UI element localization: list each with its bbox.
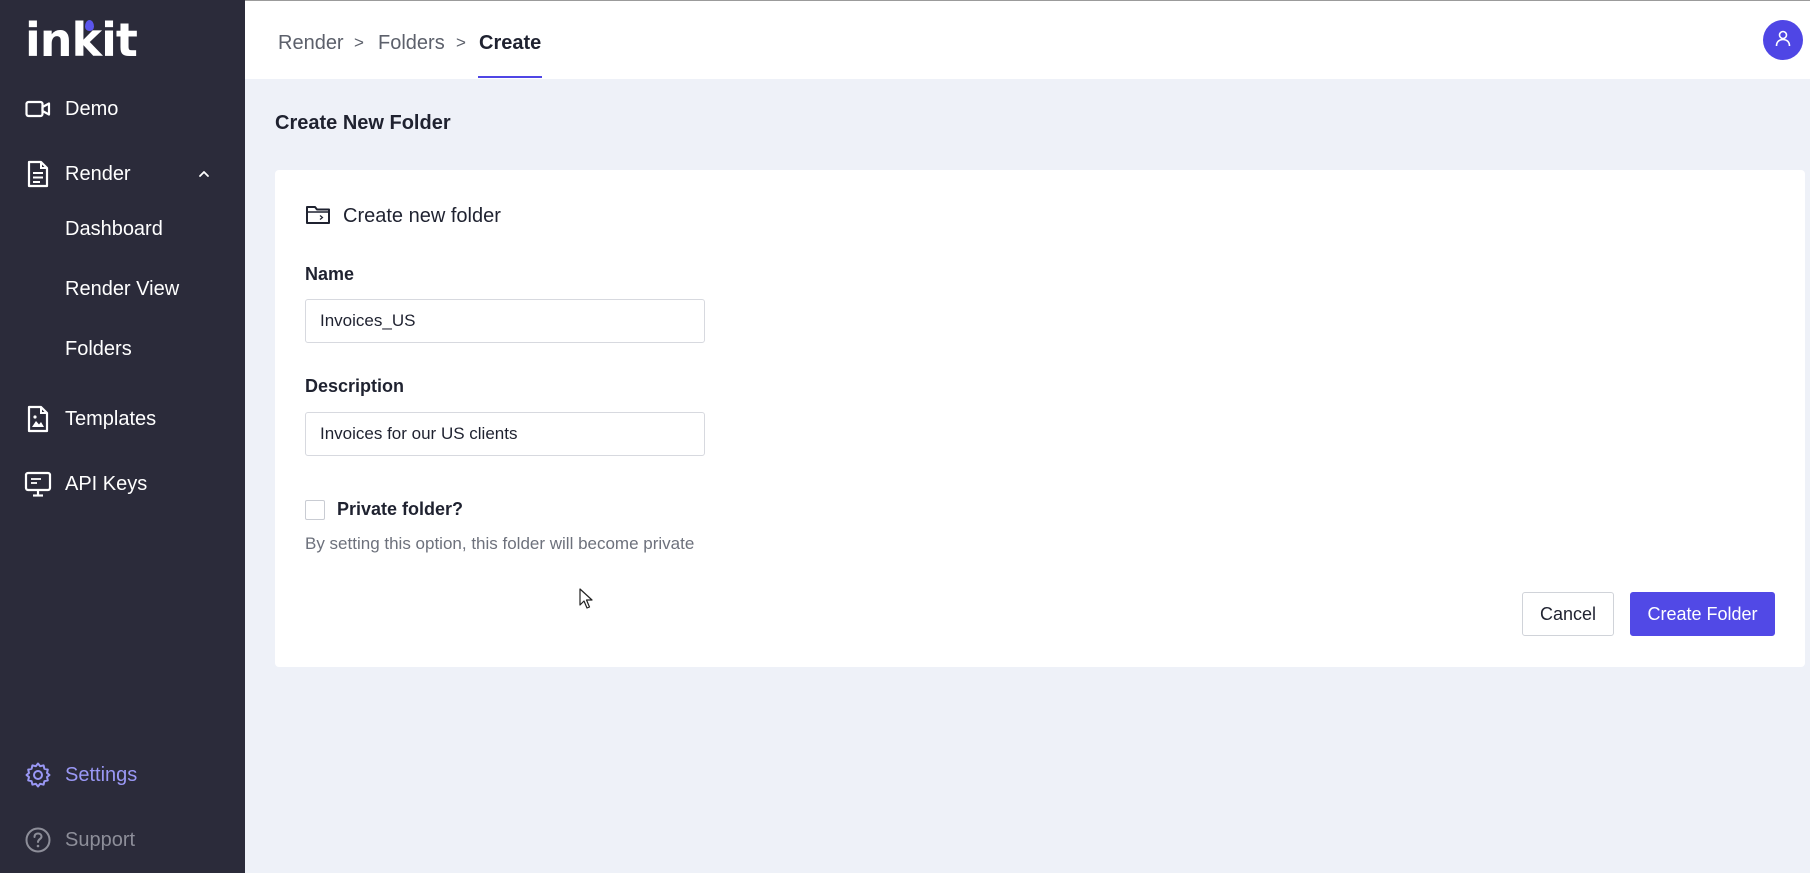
user-icon [1774, 29, 1792, 52]
sidebar-item-api-keys[interactable]: API Keys [0, 464, 245, 504]
image-file-icon [24, 405, 52, 433]
sidebar-item-label: Render [65, 162, 131, 185]
sidebar-item-support[interactable]: Support [0, 820, 245, 860]
name-input[interactable] [305, 299, 705, 343]
video-camera-icon [24, 95, 52, 123]
gear-icon [24, 761, 52, 789]
description-input[interactable] [305, 412, 705, 456]
card-title: Create new folder [343, 205, 501, 227]
chevron-up-icon[interactable] [195, 165, 213, 183]
breadcrumb-separator: > [354, 33, 364, 52]
breadcrumb-item-folders[interactable]: Folders [378, 32, 445, 55]
document-icon [24, 160, 52, 188]
folder-icon [305, 203, 331, 230]
page-title: Create New Folder [275, 112, 451, 134]
sidebar-item-render[interactable]: Render [0, 154, 245, 194]
sidebar: inkit Demo Render Dashboard Render View … [0, 0, 245, 873]
private-folder-checkbox[interactable] [305, 500, 325, 520]
name-label: Name [305, 264, 355, 284]
sidebar-item-templates[interactable]: Templates [0, 399, 245, 439]
inkit-logo[interactable]: inkit [25, 13, 138, 67]
sidebar-item-label: API Keys [65, 472, 148, 495]
create-folder-button[interactable]: Create Folder [1630, 592, 1775, 636]
top-bar: Render > Folders > Create [245, 0, 1810, 79]
sidebar-item-label: Render View [65, 277, 180, 300]
monitor-icon [24, 470, 52, 498]
sidebar-item-settings[interactable]: Settings [0, 755, 245, 795]
sidebar-item-dashboard[interactable]: Dashboard [0, 209, 245, 249]
private-folder-label[interactable]: Private folder? [337, 499, 463, 520]
sidebar-item-label: Dashboard [65, 217, 163, 240]
card-header: Create new folder [305, 203, 501, 230]
user-avatar[interactable] [1763, 20, 1803, 60]
breadcrumb-separator: > [456, 33, 466, 52]
logo-text: inkit [25, 13, 138, 67]
breadcrumb-item-create: Create [479, 32, 542, 54]
sidebar-item-label: Templates [65, 407, 157, 430]
app-root: inkit Demo Render Dashboard Render View … [0, 0, 1810, 873]
breadcrumb-item-render[interactable]: Render [278, 32, 344, 55]
create-folder-card: Create new folder Name Description Priva… [275, 170, 1805, 667]
sidebar-item-render-view[interactable]: Render View [0, 269, 245, 309]
sidebar-item-demo[interactable]: Demo [0, 89, 245, 129]
sidebar-item-label: Folders [65, 337, 132, 360]
sidebar-item-label: Demo [65, 97, 119, 120]
mouse-cursor-icon [579, 588, 593, 615]
logo-dot [85, 20, 94, 31]
sidebar-item-label: Settings [65, 763, 138, 786]
breadcrumb-active-underline [478, 76, 542, 78]
cancel-button[interactable]: Cancel [1522, 592, 1614, 636]
description-label: Description [305, 376, 405, 396]
private-folder-hint: By setting this option, this folder will… [305, 534, 695, 553]
sidebar-item-label: Support [65, 828, 136, 851]
sidebar-item-folders[interactable]: Folders [0, 329, 245, 369]
help-circle-icon [24, 826, 52, 854]
